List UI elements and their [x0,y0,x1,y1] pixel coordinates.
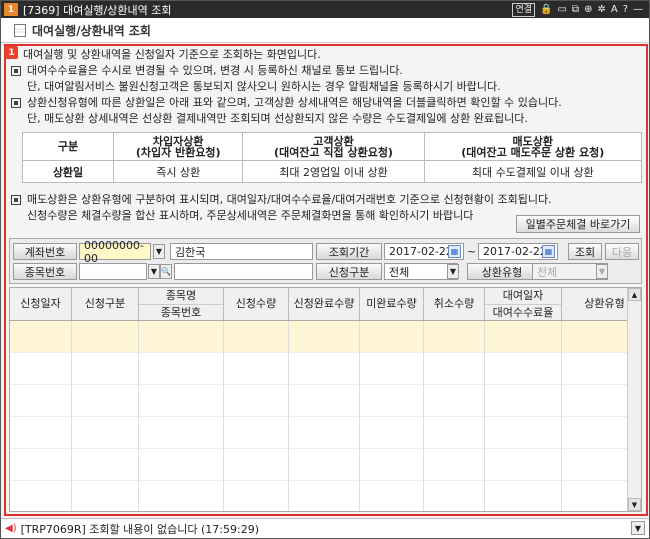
table-row[interactable] [10,321,641,353]
notice-list: 대여실행 및 상환내역을 신청일자 기준으로 조회하는 화면입니다. 대여수수료… [11,47,641,127]
screen-title: 대여실행/상환내역 조회 [32,23,151,38]
chevron-down-icon[interactable]: ▼ [153,244,165,259]
grid-col-header: 종목명 종목번호 [139,288,224,320]
result-grid: 신청일자 신청구분 종목명 종목번호 신청수량 신청완료수량 미완료수량 취소수량… [9,287,642,512]
account-name-field: 김한국 [170,243,313,260]
table-row[interactable] [10,481,641,511]
notice-text: 단, 매도상환 상세내역은 선상환 결제내역만 조회되며 선상환되지 않은 수량… [27,112,528,125]
calendar-icon[interactable]: ▦ [542,245,555,258]
account-label: 계좌번호 [13,243,77,260]
table-cell: 최대 2영업일 이내 상환 [242,160,425,183]
apply-type-label: 신청구분 [316,263,382,280]
vertical-scrollbar[interactable]: ▲ ▼ [627,288,641,511]
stock-name-field [174,263,313,280]
bullet-icon [11,98,21,108]
link-tag-button[interactable]: 연결 [512,2,536,17]
chevron-down-icon[interactable]: ▼ [447,264,459,279]
grid-col-header: 신청구분 [72,288,139,320]
notice-item: 대여실행 및 상환내역을 신청일자 기준으로 조회하는 화면입니다. [11,47,641,63]
table-corner: 구분 [22,132,114,161]
table-row[interactable] [10,417,641,449]
notice-text: 신청수량은 체결수량을 합산 표시하며, 주문상세내역은 주문체결화면을 통해 … [27,209,474,222]
bullet-icon [11,66,21,76]
notice-text: 상환신청유형에 따른 상환일은 아래 표와 같으며, 고객상환 상세내역은 해당… [27,96,562,109]
scroll-down-icon[interactable]: ▼ [628,498,641,511]
scroll-up-icon[interactable]: ▲ [628,288,641,301]
goto-daily-order-button[interactable]: 일별주문체결 바로가기 [516,215,640,233]
next-button[interactable]: 다음 [605,243,639,260]
notice-item: 단, 매도상환 상세내역은 선상환 결제내역만 조회되며 선상환되지 않은 수량… [11,111,641,127]
period-label: 조회기간 [316,243,382,260]
notice-text: 대여수수료율은 수시로 변경될 수 있으며, 변경 시 등록하신 채널로 통보 … [27,64,403,77]
grid-col-header: 미완료수량 [360,288,424,320]
search-icon[interactable]: 🔍 [160,264,172,279]
table-cell: 즉시 상환 [112,160,244,183]
title-bar: 1 [7369] 대여실행/상환내역 조회 연결 🔒 ▭ ⧉ ⊕ ✲ A ? — [1,1,649,18]
settings-icon[interactable]: ✲ [597,4,605,16]
table-row-label: 상환일 [22,160,114,183]
table-row[interactable] [10,353,641,385]
document-icon [14,23,26,37]
account-input[interactable]: 00000000-00 [79,239,151,265]
query-button[interactable]: 조회 [568,243,602,260]
table-header: 고객상환 (대여잔고 직접 상환요청) [242,132,425,161]
stock-label: 종목번호 [13,263,77,280]
grid-col-header: 취소수량 [424,288,485,320]
calendar-icon[interactable]: ▦ [448,245,461,258]
table-header: 매도상환 (대여잔고 매도주문 상환 요청) [423,132,643,161]
chevron-down-icon[interactable]: ▼ [148,264,160,279]
window-title: [7369] 대여실행/상환내역 조회 [23,3,172,17]
status-message: [TRP7069R] 조회할 내용이 없습니다 (17:59:29) [20,522,259,536]
table-row[interactable] [10,385,641,417]
grid-col-header: 신청완료수량 [289,288,360,320]
bullet-icon [11,195,21,205]
grid-header: 신청일자 신청구분 종목명 종목번호 신청수량 신청완료수량 미완료수량 취소수량… [10,288,641,321]
notice-item: 대여수수료율은 수시로 변경될 수 있으며, 변경 시 등록하신 채널로 통보 … [11,63,641,79]
chevron-down-icon[interactable]: ▼ [631,521,645,535]
table-cell: 최대 수도결제일 이내 상환 [423,160,643,183]
notice-text: 단, 대여알림서비스 불원신청고객은 통보되지 않사오니 원하시는 경우 알림채… [27,80,501,93]
grid-col-header: 대여일자 대여수수료율 [485,288,562,320]
close-icon[interactable]: — [633,4,643,16]
notice-item: 매도상환은 상환유형에 구분하여 표시되며, 대여일자/대여수수료율/대여거래번… [11,192,641,208]
text-size-icon[interactable]: A [611,4,618,16]
status-bar: ◀) [TRP7069R] 조회할 내용이 없습니다 (17:59:29) ▼ [1,518,649,538]
search-panel: 계좌번호 00000000-00 ▼ 김한국 조회기간 2017-02-22 ▦… [9,238,642,284]
notice-item: 상환신청유형에 따른 상환일은 아래 표와 같으며, 고객상환 상세내역은 해당… [11,95,641,111]
stock-code-input[interactable] [79,263,147,280]
notice-text: 매도상환은 상환유형에 구분하여 표시되며, 대여일자/대여수수료율/대여거래번… [27,193,552,206]
pin-icon[interactable]: ⊕ [584,4,592,16]
help-icon[interactable]: ? [623,4,628,16]
table-header: 차입자상환 (차입자 반환요청) [112,132,244,161]
lock-icon[interactable]: 🔒 [540,4,552,16]
screen-header: 대여실행/상환내역 조회 [1,18,649,43]
window-number-badge: 1 [4,3,18,16]
notice-text: 대여실행 및 상환내역을 신청일자 기준으로 조회하는 화면입니다. [23,48,321,61]
repay-date-table: 구분 차입자상환 (차입자 반환요청) 고객상환 (대여잔고 직접 상환요청) 매도… [22,132,643,183]
restore-icon[interactable]: ⧉ [572,4,579,16]
grid-col-header: 신청수량 [224,288,289,320]
grid-col-header: 신청일자 [10,288,72,320]
chevron-down-icon[interactable]: ▼ [596,264,608,279]
notice-item: 단, 대여알림서비스 불원신청고객은 통보되지 않사오니 원하시는 경우 알림채… [11,79,641,95]
speaker-icon: ◀) [5,523,17,534]
app-window: 1 [7369] 대여실행/상환내역 조회 연결 🔒 ▭ ⧉ ⊕ ✲ A ? —… [0,0,650,539]
grid-body [10,321,641,511]
minimize-icon[interactable]: ▭ [557,4,566,16]
repay-type-label: 상환유형 [467,263,537,280]
date-separator: ~ [467,245,477,258]
table-row[interactable] [10,449,641,481]
